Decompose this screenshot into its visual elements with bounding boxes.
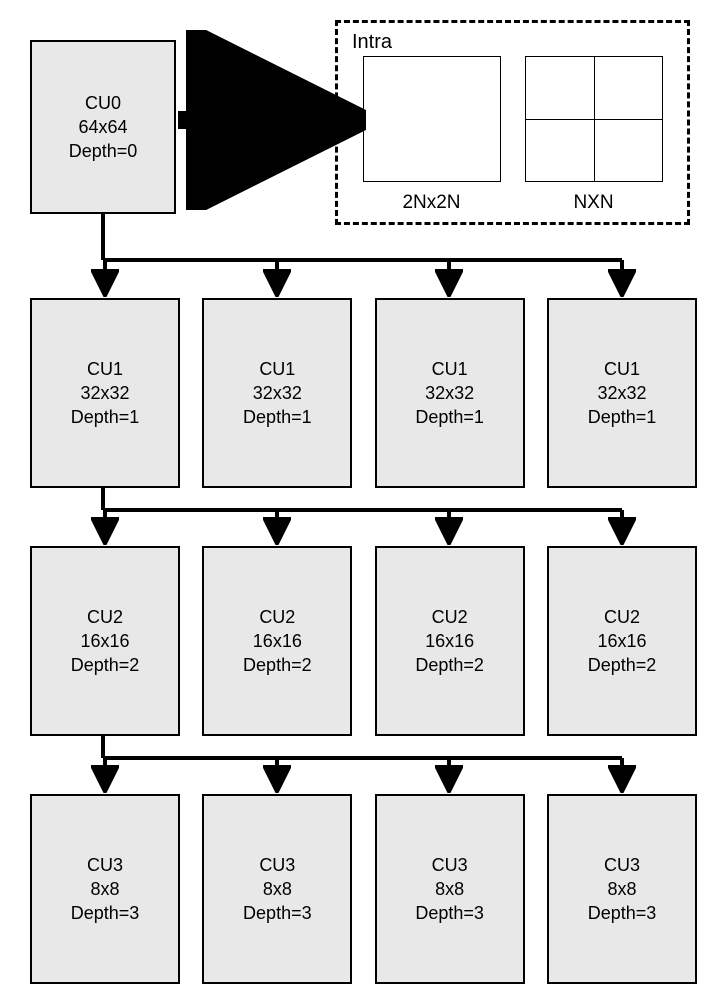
- cu-name: CU1: [432, 357, 468, 381]
- cu-row-3: CU3 8x8 Depth=3 CU3 8x8 Depth=3 CU3 8x8 …: [30, 794, 697, 984]
- intra-panel: Intra 2Nx2N NXN: [335, 20, 690, 225]
- cu-size: 32x32: [597, 381, 646, 405]
- cu-box: CU1 32x32 Depth=1: [547, 298, 697, 488]
- cu-depth: Depth=1: [415, 405, 484, 429]
- cu-box: CU2 16x16 Depth=2: [30, 546, 180, 736]
- cu-name: CU2: [604, 605, 640, 629]
- pu-2nx2n: 2Nx2N: [363, 56, 501, 214]
- cu-name: CU1: [259, 357, 295, 381]
- cu-name: CU2: [432, 605, 468, 629]
- cu-depth: Depth=1: [71, 405, 140, 429]
- cu-box: CU1 32x32 Depth=1: [202, 298, 352, 488]
- cu-depth: Depth=2: [71, 653, 140, 677]
- cu-depth: Depth=1: [243, 405, 312, 429]
- connector-row0: [103, 214, 622, 294]
- connector-row2: [103, 736, 622, 790]
- cu-name: CU2: [87, 605, 123, 629]
- cu-size: 8x8: [435, 877, 464, 901]
- cu-size: 32x32: [253, 381, 302, 405]
- cu-box: CU3 8x8 Depth=3: [375, 794, 525, 984]
- cu-size: 16x16: [80, 629, 129, 653]
- cu-depth: Depth=3: [243, 901, 312, 925]
- cu-size: 8x8: [263, 877, 292, 901]
- cu-size: 64x64: [78, 115, 127, 139]
- cu-box: CU3 8x8 Depth=3: [202, 794, 352, 984]
- cu-name: CU3: [259, 853, 295, 877]
- cu-box: CU1 32x32 Depth=1: [375, 298, 525, 488]
- cu-box: CU3 8x8 Depth=3: [547, 794, 697, 984]
- cu-depth: Depth=3: [71, 901, 140, 925]
- cu-row-2: CU2 16x16 Depth=2 CU2 16x16 Depth=2 CU2 …: [30, 546, 697, 736]
- cu-size: 32x32: [80, 381, 129, 405]
- pu-2nx2n-label: 2Nx2N: [402, 192, 460, 214]
- cu-name: CU3: [432, 853, 468, 877]
- cu-depth: Depth=2: [243, 653, 312, 677]
- intra-title: Intra: [352, 31, 677, 54]
- pu-nxn-square: [525, 56, 663, 182]
- cu-box: CU1 32x32 Depth=1: [30, 298, 180, 488]
- cu-name: CU0: [85, 91, 121, 115]
- cu-size: 8x8: [90, 877, 119, 901]
- cu-depth: Depth=2: [588, 653, 657, 677]
- cu-name: CU1: [87, 357, 123, 381]
- pu-2nx2n-square: [363, 56, 501, 182]
- cu-depth: Depth=1: [588, 405, 657, 429]
- cu-box: CU2 16x16 Depth=2: [375, 546, 525, 736]
- cu-depth: Depth=3: [588, 901, 657, 925]
- connector-row1: [103, 488, 622, 542]
- cu-box: CU2 16x16 Depth=2: [202, 546, 352, 736]
- cu-size: 32x32: [425, 381, 474, 405]
- cu-size: 16x16: [425, 629, 474, 653]
- cu-name: CU3: [604, 853, 640, 877]
- cu-name: CU2: [259, 605, 295, 629]
- cu-depth: Depth=3: [415, 901, 484, 925]
- pu-nxn: NXN: [525, 56, 663, 214]
- cu-depth: Depth=0: [69, 139, 138, 163]
- intra-body: 2Nx2N NXN: [348, 56, 677, 214]
- cu-box: CU3 8x8 Depth=3: [30, 794, 180, 984]
- cu-row-1: CU1 32x32 Depth=1 CU1 32x32 Depth=1 CU1 …: [30, 298, 697, 488]
- cu-box: CU2 16x16 Depth=2: [547, 546, 697, 736]
- cu-name: CU1: [604, 357, 640, 381]
- cu-name: CU3: [87, 853, 123, 877]
- cu-depth: Depth=2: [415, 653, 484, 677]
- cu-size: 16x16: [253, 629, 302, 653]
- pu-nxn-label: NXN: [573, 192, 613, 214]
- cu-size: 8x8: [607, 877, 636, 901]
- cu-root-box: CU0 64x64 Depth=0: [30, 40, 176, 214]
- cu-size: 16x16: [597, 629, 646, 653]
